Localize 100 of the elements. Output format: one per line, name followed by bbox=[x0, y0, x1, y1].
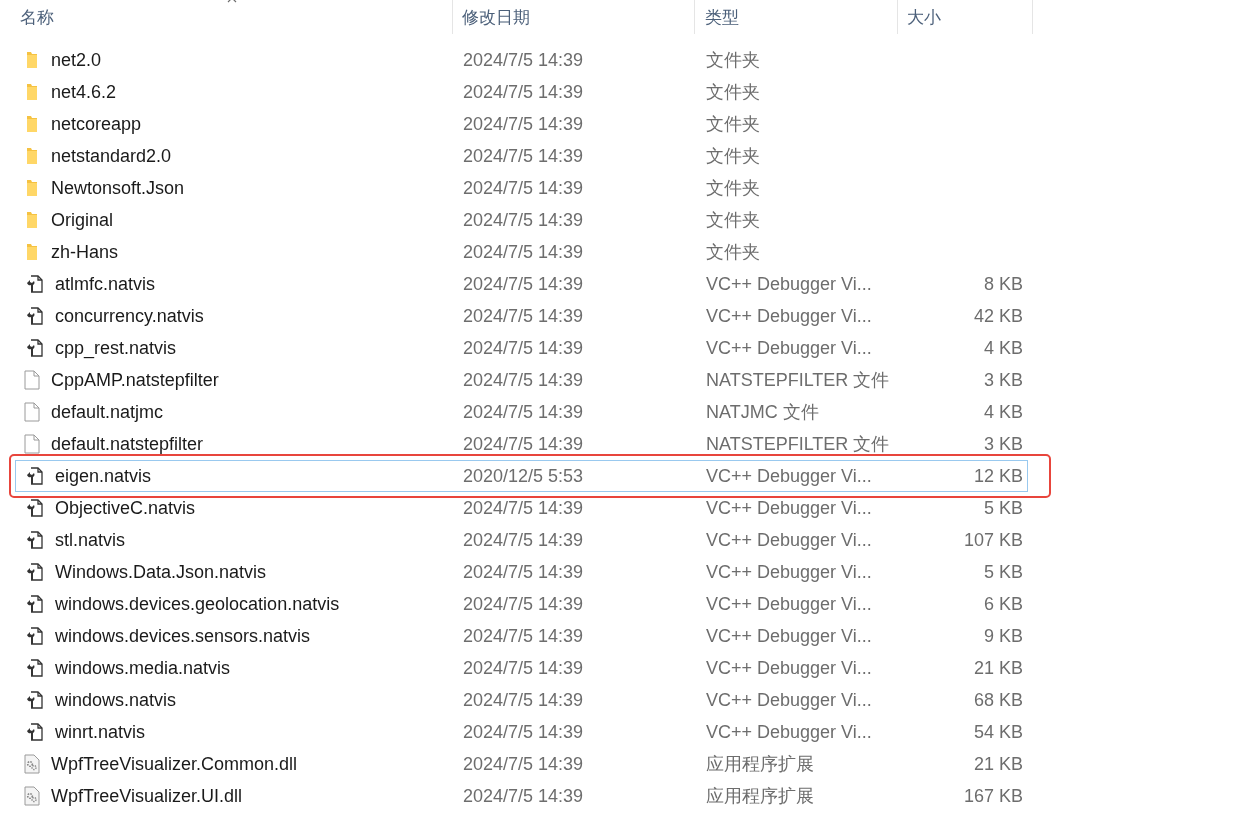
document-wrench-icon bbox=[24, 658, 44, 678]
column-header[interactable]: 名称 bbox=[20, 5, 54, 29]
file-name: eigen.natvis bbox=[55, 465, 152, 487]
file-type: 应用程序扩展 bbox=[705, 785, 815, 808]
file-type: 文件夹 bbox=[705, 49, 761, 72]
modified-date: 2024/7/5 14:39 bbox=[462, 177, 585, 199]
column-header[interactable]: 修改日期 bbox=[462, 5, 530, 29]
file-size: 9 KB bbox=[982, 625, 1024, 647]
file-type: VC++ Debugger Vi... bbox=[705, 625, 873, 647]
file-size: 42 KB bbox=[972, 305, 1024, 327]
file-row[interactable]: WpfTreeVisualizer.UI.dll 2024/7/5 14:39 应用程序扩展 167 KB bbox=[15, 780, 1028, 812]
file-row[interactable]: default.natjmc 2024/7/5 14:39 NATJMC 文件 4 KB bbox=[15, 396, 1028, 428]
modified-date: 2024/7/5 14:39 bbox=[462, 241, 585, 263]
file-name: netstandard2.0 bbox=[51, 145, 172, 167]
modified-date: 2024/7/5 14:39 bbox=[462, 81, 585, 103]
file-row[interactable]: net2.0 2024/7/5 14:39 文件夹 bbox=[15, 44, 1028, 76]
file-row[interactable]: winrt.natvis 2024/7/5 14:39 VC++ Debugger Vi... 54 KB bbox=[15, 716, 1028, 748]
file-name: zh-Hans bbox=[51, 241, 119, 263]
modified-date: 2024/7/5 14:39 bbox=[462, 337, 585, 359]
modified-date: 2024/7/5 14:39 bbox=[462, 433, 585, 455]
file-size: 167 KB bbox=[962, 785, 1024, 807]
file-type: 文件夹 bbox=[705, 209, 761, 232]
file-row[interactable]: Windows.Data.Json.natvis 2024/7/5 14:39 VC++ Debugger Vi... 5 KB bbox=[15, 556, 1028, 588]
file-type: VC++ Debugger Vi... bbox=[705, 529, 873, 551]
file-type: 文件夹 bbox=[705, 241, 761, 264]
file-type: VC++ Debugger Vi... bbox=[705, 721, 873, 743]
file-type: VC++ Debugger Vi... bbox=[705, 561, 873, 583]
file-name: Newtonsoft.Json bbox=[51, 177, 185, 199]
file-name: net4.6.2 bbox=[51, 81, 117, 103]
file-type: 文件夹 bbox=[705, 113, 761, 136]
file-row[interactable]: stl.natvis 2024/7/5 14:39 VC++ Debugger Vi... 107 KB bbox=[15, 524, 1028, 556]
file-size: 6 KB bbox=[982, 593, 1024, 615]
file-name: windows.media.natvis bbox=[55, 657, 231, 679]
file-row[interactable]: atlmfc.natvis 2024/7/5 14:39 VC++ Debugger Vi... 8 KB bbox=[15, 268, 1028, 300]
modified-date: 2024/7/5 14:39 bbox=[462, 561, 585, 583]
file-row[interactable]: default.natstepfilter 2024/7/5 14:39 NATSTEPFILTER 文件 3 KB bbox=[15, 428, 1028, 460]
file-name: Windows.Data.Json.natvis bbox=[55, 561, 267, 583]
file-size: 8 KB bbox=[982, 273, 1024, 295]
file-row[interactable]: net4.6.2 2024/7/5 14:39 文件夹 bbox=[15, 76, 1028, 108]
modified-date: 2024/7/5 14:39 bbox=[462, 273, 585, 295]
file-row[interactable]: Original 2024/7/5 14:39 文件夹 bbox=[15, 204, 1028, 236]
folder-icon bbox=[24, 243, 40, 261]
file-row[interactable]: netstandard2.0 2024/7/5 14:39 文件夹 bbox=[15, 140, 1028, 172]
file-row[interactable]: CppAMP.natstepfilter 2024/7/5 14:39 NATSTEPFILTER 文件 3 KB bbox=[15, 364, 1028, 396]
modified-date: 2024/7/5 14:39 bbox=[462, 529, 585, 551]
file-type: VC++ Debugger Vi... bbox=[705, 497, 873, 519]
file-type: VC++ Debugger Vi... bbox=[705, 689, 873, 711]
modified-date: 2024/7/5 14:39 bbox=[462, 753, 585, 775]
file-size: 21 KB bbox=[972, 657, 1024, 679]
folder-icon bbox=[24, 115, 40, 133]
document-wrench-icon bbox=[24, 722, 44, 742]
file-size: 5 KB bbox=[982, 561, 1024, 583]
file-name: WpfTreeVisualizer.Common.dll bbox=[51, 753, 298, 775]
file-row[interactable]: zh-Hans 2024/7/5 14:39 文件夹 bbox=[15, 236, 1028, 268]
file-name: WpfTreeVisualizer.UI.dll bbox=[51, 785, 243, 807]
modified-date: 2024/7/5 14:39 bbox=[462, 785, 585, 807]
file-type: NATSTEPFILTER 文件 bbox=[705, 369, 891, 392]
file-row[interactable]: Newtonsoft.Json 2024/7/5 14:39 文件夹 bbox=[15, 172, 1028, 204]
file-size: 21 KB bbox=[972, 753, 1024, 775]
file-row[interactable]: windows.devices.geolocation.natvis 2024/7/5 14:39 VC++ Debugger Vi... 6 KB bbox=[15, 588, 1028, 620]
document-wrench-icon bbox=[24, 306, 44, 326]
modified-date: 2024/7/5 14:39 bbox=[462, 369, 585, 391]
column-header[interactable]: 大小 bbox=[907, 5, 941, 29]
file-row[interactable]: windows.media.natvis 2024/7/5 14:39 VC++ Debugger Vi... 21 KB bbox=[15, 652, 1028, 684]
document-wrench-icon bbox=[24, 530, 44, 550]
file-row[interactable]: concurrency.natvis 2024/7/5 14:39 VC++ Debugger Vi... 42 KB bbox=[15, 300, 1028, 332]
modified-date: 2024/7/5 14:39 bbox=[462, 625, 585, 647]
file-name: cpp_rest.natvis bbox=[55, 337, 177, 359]
file-name: CppAMP.natstepfilter bbox=[51, 369, 219, 391]
document-wrench-icon bbox=[24, 562, 44, 582]
file-name: windows.devices.geolocation.natvis bbox=[55, 593, 340, 615]
modified-date: 2024/7/5 14:39 bbox=[462, 145, 585, 167]
file-type: VC++ Debugger Vi... bbox=[705, 273, 873, 295]
file-row[interactable]: windows.devices.sensors.natvis 2024/7/5 14:39 VC++ Debugger Vi... 9 KB bbox=[15, 620, 1028, 652]
file-size: 4 KB bbox=[982, 401, 1024, 423]
file-type: 文件夹 bbox=[705, 81, 761, 104]
file-type: 文件夹 bbox=[705, 145, 761, 168]
column-header[interactable]: 类型 bbox=[705, 5, 739, 29]
file-name: ObjectiveC.natvis bbox=[55, 497, 196, 519]
file-type: VC++ Debugger Vi... bbox=[705, 337, 873, 359]
modified-date: 2024/7/5 14:39 bbox=[462, 209, 585, 231]
file-name: default.natjmc bbox=[51, 401, 164, 423]
file-row[interactable]: netcoreapp 2024/7/5 14:39 文件夹 bbox=[15, 108, 1028, 140]
file-row[interactable]: ObjectiveC.natvis 2024/7/5 14:39 VC++ Debugger Vi... 5 KB bbox=[15, 492, 1028, 524]
file-size: 12 KB bbox=[972, 465, 1024, 487]
file-row[interactable]: windows.natvis 2024/7/5 14:39 VC++ Debugger Vi... 68 KB bbox=[15, 684, 1028, 716]
file-row[interactable]: cpp_rest.natvis 2024/7/5 14:39 VC++ Debugger Vi... 4 KB bbox=[15, 332, 1028, 364]
gear-file-icon bbox=[24, 786, 40, 806]
file-name: default.natstepfilter bbox=[51, 433, 204, 455]
document-wrench-icon bbox=[24, 594, 44, 614]
file-size: 54 KB bbox=[972, 721, 1024, 743]
file-size: 107 KB bbox=[962, 529, 1024, 551]
modified-date: 2024/7/5 14:39 bbox=[462, 593, 585, 615]
file-size: 4 KB bbox=[982, 337, 1024, 359]
file-type: NATJMC 文件 bbox=[705, 401, 820, 424]
file-name: netcoreapp bbox=[51, 113, 142, 135]
file-row[interactable]: WpfTreeVisualizer.Common.dll 2024/7/5 14:39 应用程序扩展 21 KB bbox=[15, 748, 1028, 780]
file-row[interactable]: eigen.natvis 2020/12/5 5:53 VC++ Debugger Vi... 12 KB bbox=[15, 460, 1028, 492]
folder-icon bbox=[24, 179, 40, 197]
file-name: stl.natvis bbox=[55, 529, 126, 551]
